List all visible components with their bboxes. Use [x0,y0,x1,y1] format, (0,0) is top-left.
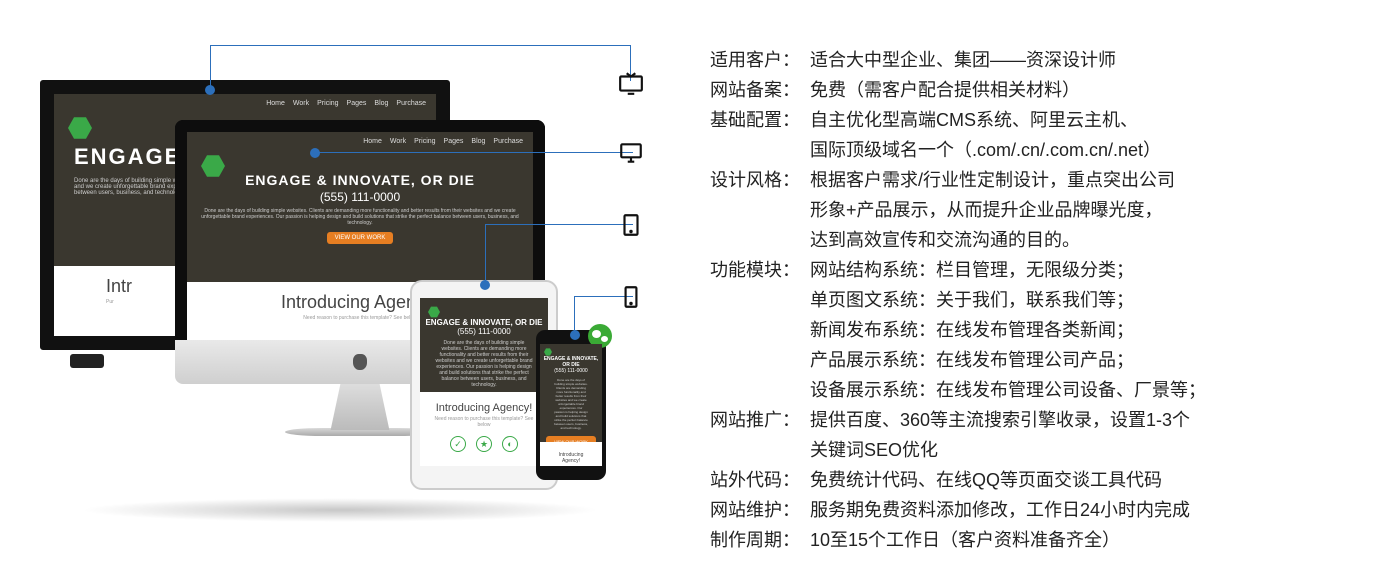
feature-dot-icon: ✓ [450,436,466,452]
spec-row: 适用客户：适合大中型企业、集团——资深设计师 [710,45,1360,75]
feature-dot-icon: ◐ [502,436,518,452]
device-phone: ENGAGE & INNOVATE, OR DIE (555) 111-0000… [536,330,606,480]
spec-label: 站外代码： [710,465,810,495]
brand-logo-icon [544,348,552,356]
spec-label: 设计风格： [710,165,810,255]
spec-label: 制作周期： [710,525,810,555]
spec-value: 免费（需客户配合提供相关材料） [810,75,1360,105]
spec-label: 适用客户： [710,45,810,75]
hero-phone: (555) 111-0000 [187,190,533,204]
spec-row: 制作周期：10至15个工作日（客户资料准备齐全） [710,525,1360,555]
spec-label: 网站备案： [710,75,810,105]
spec-row: 基础配置：自主优化型高端CMS系统、阿里云主机、国际顶级域名一个（.com/.c… [710,105,1360,165]
spec-row: 功能模块：网站结构系统：栏目管理，无限级分类；单页图文系统：关于我们，联系我们等… [710,255,1360,405]
hero-desc: Done are the days of building simple web… [187,208,533,226]
tablet-icon [616,210,646,240]
feature-dot-icon: ★ [476,436,492,452]
spec-value: 根据客户需求/行业性定制设计，重点突出公司形象+产品展示，从而提升企业品牌曝光度… [810,165,1360,255]
brand-logo-icon [68,116,92,140]
spec-value: 服务期免费资料添加修改，工作日24小时内完成 [810,495,1360,525]
spec-value: 适合大中型企业、集团——资深设计师 [810,45,1360,75]
spec-value: 自主优化型高端CMS系统、阿里云主机、国际顶级域名一个（.com/.cn/.co… [810,105,1360,165]
tv-icon [616,68,646,98]
monitor-icon [616,138,646,168]
spec-label: 功能模块： [710,255,810,405]
spec-row: 网站维护：服务期免费资料添加修改，工作日24小时内完成 [710,495,1360,525]
spec-row: 站外代码：免费统计代码、在线QQ等页面交谈工具代码 [710,465,1360,495]
spec-row: 网站备案：免费（需客户配合提供相关材料） [710,75,1360,105]
phone-icon [616,282,646,312]
brand-logo-icon [428,306,440,318]
spec-label: 网站推广： [710,405,810,465]
apple-logo-icon [353,354,367,370]
hero-title: ENGAGE & INNOVATE, OR DIE [187,172,533,188]
device-showcase: HomeWorkPricingPagesBlogPurchase ENGAGE … [0,0,700,562]
cta-button[interactable]: VIEW OUR WORK [327,232,394,244]
spec-value: 提供百度、360等主流搜索引擎收录，设置1-3个关键词SEO优化 [810,405,1360,465]
spec-value: 10至15个工作日（客户资料准备齐全） [810,525,1360,555]
spec-row: 设计风格：根据客户需求/行业性定制设计，重点突出公司形象+产品展示，从而提升企业… [710,165,1360,255]
spec-label: 基础配置： [710,105,810,165]
spec-value: 网站结构系统：栏目管理，无限级分类；单页图文系统：关于我们，联系我们等；新闻发布… [810,255,1360,405]
spec-label: 网站维护： [710,495,810,525]
spec-value: 免费统计代码、在线QQ等页面交谈工具代码 [810,465,1360,495]
spec-row: 网站推广：提供百度、360等主流搜索引擎收录，设置1-3个关键词SEO优化 [710,405,1360,465]
spec-list: 适用客户：适合大中型企业、集团——资深设计师网站备案：免费（需客户配合提供相关材… [700,0,1380,562]
